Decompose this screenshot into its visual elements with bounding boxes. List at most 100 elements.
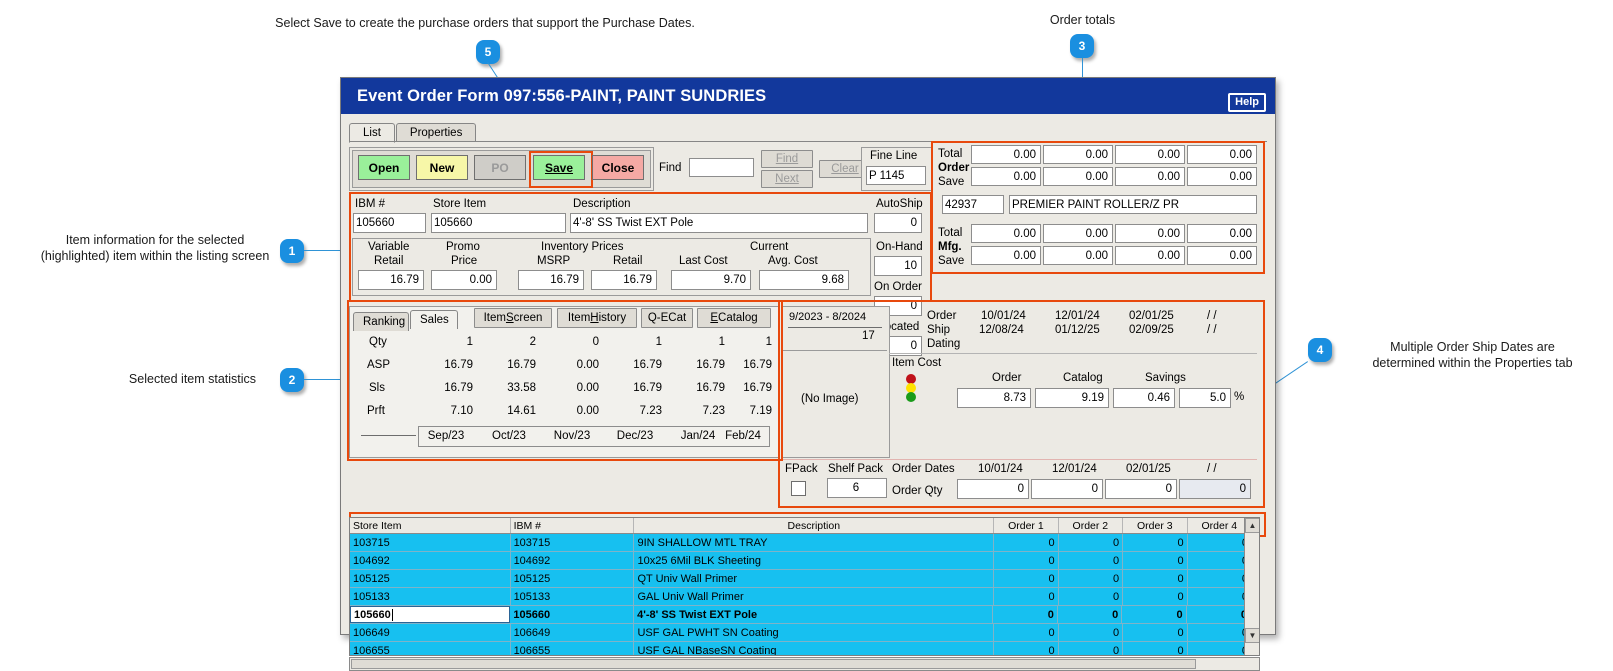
grid-vertical-scrollbar[interactable]: ▲ ▼ (1244, 518, 1259, 655)
fpack-checkbox[interactable] (791, 481, 806, 496)
grid-col-ibm[interactable]: IBM # (511, 518, 635, 533)
cell-order3[interactable]: 0 (1123, 588, 1188, 605)
cell-store-item[interactable]: 105125 (350, 570, 511, 587)
cell-store-item[interactable]: 104692 (350, 552, 511, 569)
total-mfg-cell-4[interactable]: 0.00 (1187, 224, 1257, 243)
table-row[interactable]: 10469210469210x25 6Mil BLK Sheeting0000 (350, 552, 1259, 570)
total-mfg-save-cell-3[interactable]: 0.00 (1115, 246, 1185, 265)
total-order-save-cell-1[interactable]: 0.00 (971, 167, 1041, 186)
table-row[interactable]: 105125105125QT Univ Wall Primer0000 (350, 570, 1259, 588)
cell-store-item[interactable]: 105660 (350, 606, 511, 623)
table-row[interactable]: 1037151037159IN SHALLOW MTL TRAY0000 (350, 534, 1259, 552)
grid-col-order1[interactable]: Order 1 (994, 518, 1059, 533)
order-qty-field-2[interactable]: 0 (1031, 479, 1103, 499)
new-button[interactable]: New (416, 155, 468, 180)
ecatalog-button[interactable]: E Catalog (697, 308, 771, 328)
grid-col-order4[interactable]: Order 4 (1188, 518, 1253, 533)
onhand-field[interactable]: 10 (874, 256, 922, 276)
cell-order2[interactable]: 0 (1059, 552, 1124, 569)
cell-order2[interactable]: 0 (1058, 606, 1123, 623)
avg-cost-field[interactable]: 9.68 (759, 270, 849, 290)
tab-properties[interactable]: Properties (395, 123, 477, 142)
cell-store-item[interactable]: 106649 (350, 624, 511, 641)
cell-order4[interactable]: 0 (1188, 624, 1253, 641)
cell-order3[interactable]: 0 (1123, 534, 1188, 551)
store-item-field[interactable]: 105660 (431, 213, 566, 233)
cell-order2[interactable]: 0 (1059, 624, 1124, 641)
stats-tab-ranking[interactable]: Ranking (353, 312, 409, 331)
order-qty-field-4[interactable]: 0 (1179, 479, 1251, 499)
stats-tab-sales[interactable]: Sales (410, 310, 458, 329)
total-order-cell-1[interactable]: 0.00 (971, 145, 1041, 164)
item-cost-order-field[interactable]: 8.73 (957, 388, 1031, 408)
vendor-number-field[interactable]: 42937 (942, 195, 1004, 214)
item-listing-grid[interactable]: Store Item IBM # Description Order 1 Ord… (349, 517, 1260, 656)
order-qty-field-1[interactable]: 0 (957, 479, 1029, 499)
table-row[interactable]: 1056601056604'-8' SS Twist EXT Pole0000 (350, 606, 1259, 624)
shelf-pack-field[interactable]: 6 (827, 478, 887, 498)
total-mfg-save-cell-2[interactable]: 0.00 (1043, 246, 1113, 265)
cell-order1[interactable]: 0 (994, 534, 1059, 551)
cell-order1[interactable]: 0 (994, 624, 1059, 641)
item-cost-savings-field[interactable]: 0.46 (1113, 388, 1175, 408)
cell-store-item[interactable]: 103715 (350, 534, 511, 551)
last-cost-field[interactable]: 9.70 (671, 270, 751, 290)
cell-order3[interactable]: 0 (1123, 570, 1188, 587)
cell-order2[interactable]: 0 (1059, 570, 1124, 587)
cell-order3[interactable]: 0 (1123, 624, 1188, 641)
cell-ibm[interactable]: 104692 (511, 552, 635, 569)
grid-horizontal-scrollbar[interactable] (349, 657, 1260, 671)
cell-order1[interactable]: 0 (994, 588, 1059, 605)
total-mfg-save-cell-1[interactable]: 0.00 (971, 246, 1041, 265)
fine-line-field[interactable]: P 1145 (866, 166, 926, 185)
cell-ibm[interactable]: 105133 (511, 588, 635, 605)
cell-description[interactable]: 9IN SHALLOW MTL TRAY (634, 534, 995, 551)
total-mfg-save-cell-4[interactable]: 0.00 (1187, 246, 1257, 265)
cell-order2[interactable]: 0 (1059, 588, 1124, 605)
vendor-name-field[interactable]: PREMIER PAINT ROLLER/Z PR (1009, 195, 1257, 214)
find-button[interactable]: Find (761, 150, 813, 168)
table-row[interactable]: 105133105133GAL Univ Wall Primer0000 (350, 588, 1259, 606)
grid-horizontal-scroll-thumb[interactable] (351, 659, 1196, 669)
table-row[interactable]: 106649106649USF GAL PWHT SN Coating0000 (350, 624, 1259, 642)
cell-order1[interactable]: 0 (994, 642, 1059, 655)
ibm-number-field[interactable]: 105660 (353, 213, 426, 233)
cell-description[interactable]: QT Univ Wall Primer (634, 570, 995, 587)
cell-order1[interactable]: 0 (993, 606, 1058, 623)
scroll-up-arrow[interactable]: ▲ (1245, 518, 1259, 533)
tab-list[interactable]: List (349, 123, 395, 143)
cell-description[interactable]: GAL Univ Wall Primer (634, 588, 995, 605)
scroll-down-arrow[interactable]: ▼ (1245, 628, 1259, 643)
total-order-save-cell-2[interactable]: 0.00 (1043, 167, 1113, 186)
cell-ibm[interactable]: 105125 (511, 570, 635, 587)
cell-order4[interactable]: 0 (1188, 588, 1253, 605)
grid-col-order2[interactable]: Order 2 (1059, 518, 1124, 533)
total-order-cell-4[interactable]: 0.00 (1187, 145, 1257, 164)
cell-order4[interactable]: 0 (1188, 642, 1253, 655)
cell-order3[interactable]: 0 (1122, 606, 1187, 623)
promo-price-field[interactable]: 0.00 (431, 270, 497, 290)
grid-col-order3[interactable]: Order 3 (1123, 518, 1188, 533)
total-mfg-cell-2[interactable]: 0.00 (1043, 224, 1113, 243)
cell-order4[interactable]: 0 (1188, 534, 1253, 551)
cell-store-item[interactable]: 105133 (350, 588, 511, 605)
total-mfg-cell-3[interactable]: 0.00 (1115, 224, 1185, 243)
cell-order4[interactable]: 0 (1188, 570, 1253, 587)
cell-order4[interactable]: 0 (1188, 552, 1253, 569)
item-screen-button[interactable]: Item Screen (474, 308, 552, 328)
help-button[interactable]: Help (1228, 93, 1266, 112)
cell-order3[interactable]: 0 (1123, 642, 1188, 655)
cell-order1[interactable]: 0 (994, 570, 1059, 587)
autoship-field[interactable]: 0 (874, 213, 922, 233)
total-order-cell-3[interactable]: 0.00 (1115, 145, 1185, 164)
table-row[interactable]: 106655106655USF GAL NBaseSN Coating0000 (350, 642, 1259, 655)
total-order-save-cell-4[interactable]: 0.00 (1187, 167, 1257, 186)
description-field[interactable]: 4'-8' SS Twist EXT Pole (570, 213, 868, 233)
total-order-save-cell-3[interactable]: 0.00 (1115, 167, 1185, 186)
msrp-field[interactable]: 16.79 (518, 270, 584, 290)
item-history-button[interactable]: Item History (557, 308, 637, 328)
total-order-cell-2[interactable]: 0.00 (1043, 145, 1113, 164)
grid-col-description[interactable]: Description (634, 518, 995, 533)
cell-description[interactable]: 10x25 6Mil BLK Sheeting (634, 552, 995, 569)
cell-store-item[interactable]: 106655 (350, 642, 511, 655)
